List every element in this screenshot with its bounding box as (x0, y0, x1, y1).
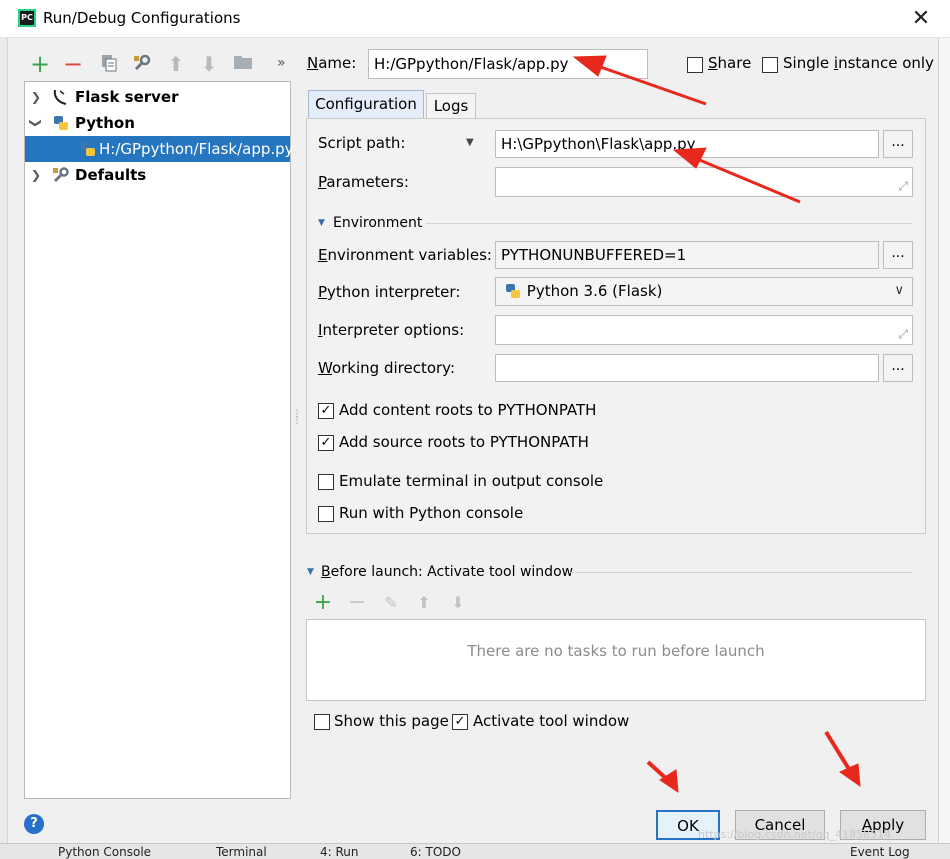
arrowhead (838, 763, 861, 788)
arrow-to-name-field (591, 62, 707, 106)
arrowhead (672, 147, 707, 169)
arrow-to-apply (824, 730, 854, 776)
annotation-arrows (572, 55, 861, 793)
arrowhead (572, 55, 607, 77)
arrow-to-script-path (689, 154, 801, 204)
